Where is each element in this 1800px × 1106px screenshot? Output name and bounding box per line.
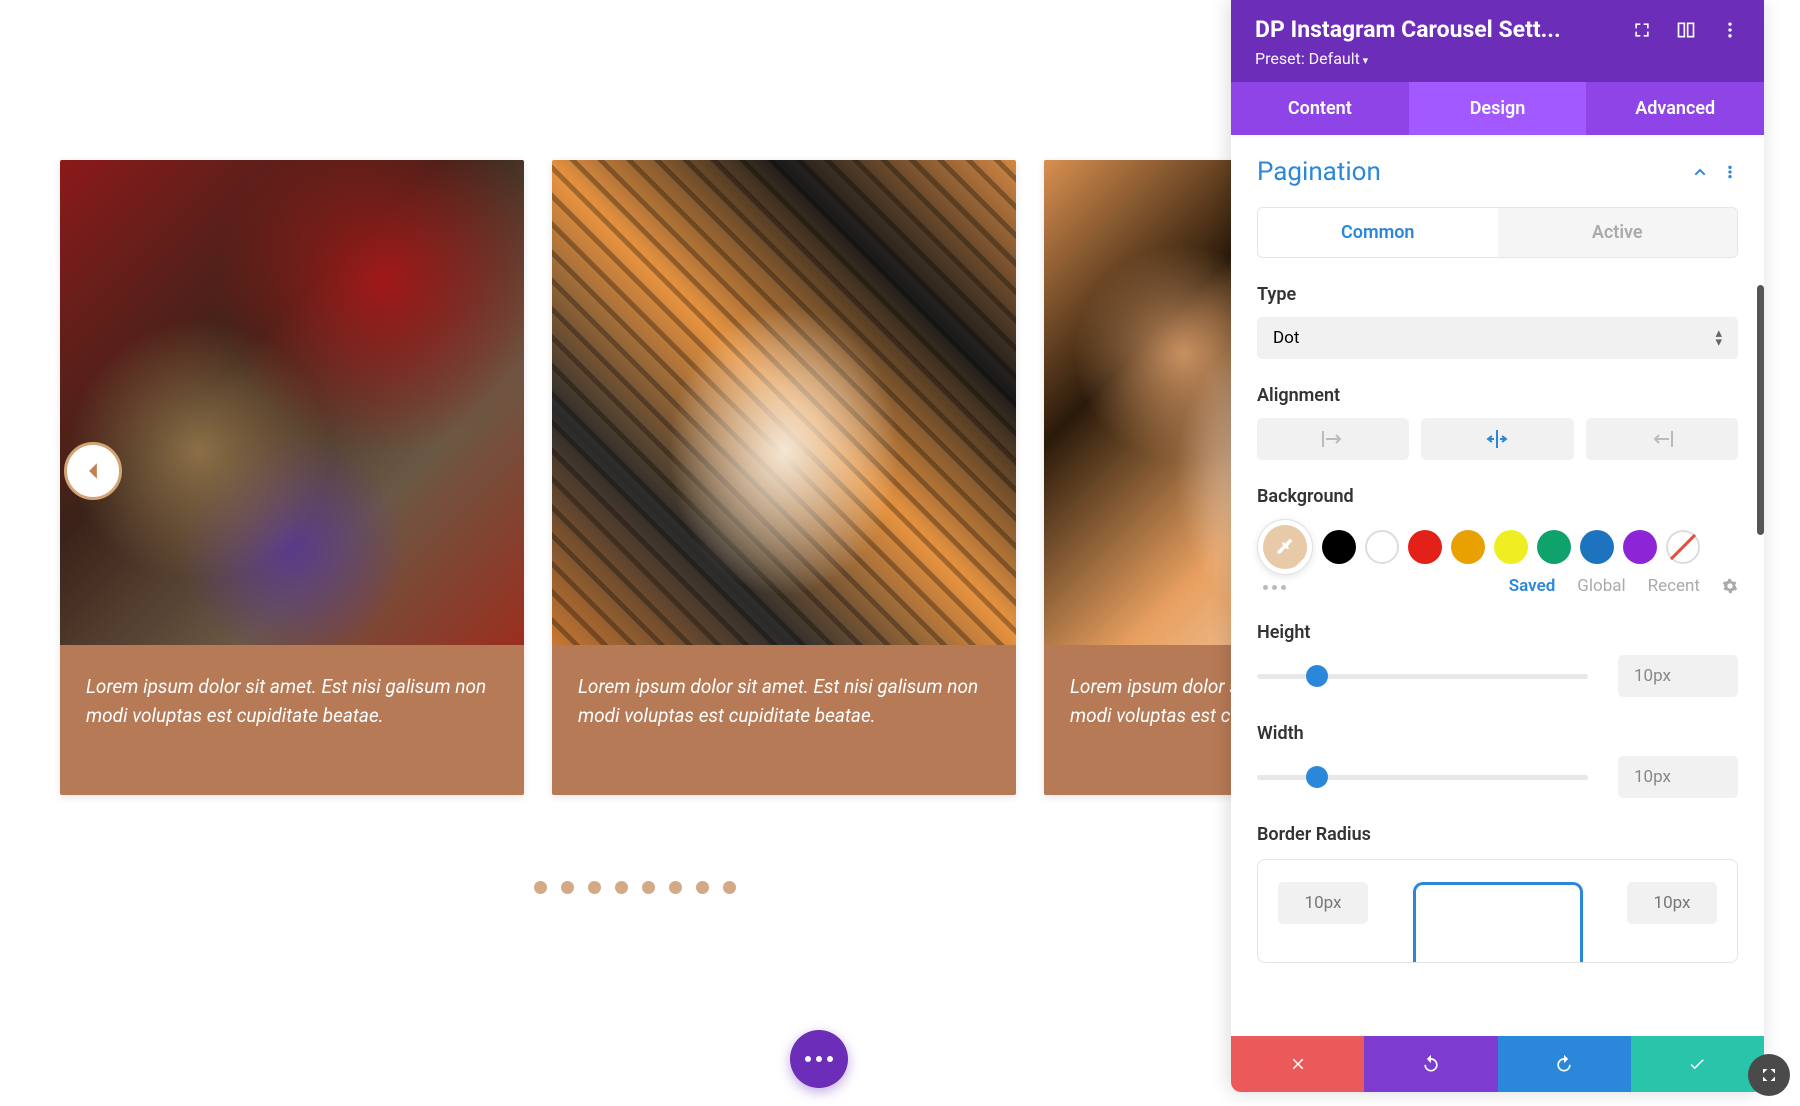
panel-tabs: Content Design Advanced [1231, 82, 1764, 135]
border-radius-tr-input[interactable]: 10px [1627, 882, 1717, 924]
tab-content[interactable]: Content [1231, 82, 1409, 135]
chevron-left-icon [86, 462, 100, 480]
section-title: Pagination [1257, 157, 1381, 187]
color-swatch-orange[interactable] [1451, 530, 1485, 564]
color-swatch-red[interactable] [1408, 530, 1442, 564]
color-swatch-yellow[interactable] [1494, 530, 1528, 564]
background-label: Background [1257, 486, 1738, 507]
subtab-common[interactable]: Common [1258, 208, 1498, 257]
save-button[interactable] [1631, 1036, 1764, 1092]
column-layout-icon[interactable] [1676, 20, 1696, 40]
undo-button[interactable] [1364, 1036, 1497, 1092]
subtab-active[interactable]: Active [1498, 208, 1738, 257]
expand-icon[interactable] [1632, 20, 1652, 40]
pagination-dot[interactable] [642, 881, 655, 894]
undo-icon [1421, 1054, 1441, 1074]
gear-icon[interactable] [1722, 578, 1738, 594]
ellipsis-icon [805, 1056, 833, 1062]
color-swatch-white[interactable] [1365, 530, 1399, 564]
align-left-icon [1322, 431, 1344, 447]
pagination-dot[interactable] [696, 881, 709, 894]
select-arrows-icon: ▴▾ [1715, 329, 1722, 347]
align-right-button[interactable] [1586, 418, 1738, 460]
tab-design[interactable]: Design [1409, 82, 1587, 135]
builder-fab-button[interactable] [790, 1030, 848, 1088]
height-slider[interactable] [1257, 674, 1588, 679]
color-swatch-black[interactable] [1322, 530, 1356, 564]
pagination-dots [60, 881, 1210, 894]
eyedropper-icon [1275, 537, 1295, 557]
width-slider[interactable] [1257, 775, 1588, 780]
section-header[interactable]: Pagination [1257, 157, 1738, 187]
border-radius-label: Border Radius [1257, 824, 1738, 845]
carousel-card[interactable]: Lorem ipsum dolor sit amet. Est nisi gal… [552, 160, 1016, 795]
color-swatch-blue[interactable] [1580, 530, 1614, 564]
settings-panel: DP Instagram Carousel Sett... Preset: De… [1231, 0, 1764, 1092]
palette-global[interactable]: Global [1577, 576, 1625, 596]
type-value: Dot [1273, 328, 1299, 348]
height-label: Height [1257, 622, 1738, 643]
close-icon [1289, 1055, 1307, 1073]
card-caption: Lorem ipsum dolor sit amet. Est nisi gal… [60, 645, 524, 795]
carousel-card[interactable]: Lorem ipsum dolor sit amet. Est nisi gal… [60, 160, 524, 795]
color-swatch-none[interactable] [1666, 530, 1700, 564]
carousel-preview-area: Lorem ipsum dolor sit amet. Est nisi gal… [0, 0, 1270, 1106]
kebab-menu-icon[interactable] [1722, 164, 1738, 180]
slider-thumb[interactable] [1306, 766, 1328, 788]
scrollbar[interactable] [1757, 285, 1764, 535]
border-radius-preview [1413, 882, 1583, 962]
align-center-button[interactable] [1421, 418, 1573, 460]
expand-corner-button[interactable] [1748, 1054, 1790, 1096]
type-label: Type [1257, 284, 1738, 305]
panel-body: Pagination Common Active Type Dot ▴▾ Ali… [1231, 135, 1764, 1036]
align-right-icon [1651, 431, 1673, 447]
alignment-label: Alignment [1257, 385, 1738, 406]
alignment-field: Alignment [1257, 385, 1738, 460]
border-radius-field: Border Radius 10px 10px [1257, 824, 1738, 963]
carousel-prev-button[interactable] [64, 442, 122, 500]
width-value[interactable]: 10px [1618, 756, 1738, 798]
card-image [60, 160, 524, 645]
redo-button[interactable] [1498, 1036, 1631, 1092]
check-icon [1686, 1055, 1708, 1073]
align-left-button[interactable] [1257, 418, 1409, 460]
height-field: Height 10px [1257, 622, 1738, 697]
pagination-dot[interactable] [615, 881, 628, 894]
pagination-dot[interactable] [723, 881, 736, 894]
expand-diagonal-icon [1760, 1066, 1778, 1084]
width-field: Width 10px [1257, 723, 1738, 798]
palette-saved[interactable]: Saved [1509, 576, 1556, 596]
type-field: Type Dot ▴▾ [1257, 284, 1738, 359]
pagination-dot[interactable] [561, 881, 574, 894]
color-swatch-purple[interactable] [1623, 530, 1657, 564]
pagination-subtabs: Common Active [1257, 207, 1738, 258]
chevron-up-icon[interactable] [1692, 164, 1708, 180]
panel-title: DP Instagram Carousel Sett... [1255, 16, 1622, 43]
panel-header: DP Instagram Carousel Sett... Preset: De… [1231, 0, 1764, 82]
kebab-menu-icon[interactable] [1720, 20, 1740, 40]
pagination-dot[interactable] [669, 881, 682, 894]
redo-icon [1554, 1054, 1574, 1074]
height-value[interactable]: 10px [1618, 655, 1738, 697]
slider-thumb[interactable] [1306, 665, 1328, 687]
pagination-dot[interactable] [534, 881, 547, 894]
pagination-dot[interactable] [588, 881, 601, 894]
color-swatch-green[interactable] [1537, 530, 1571, 564]
align-center-icon [1486, 430, 1508, 448]
carousel-cards: Lorem ipsum dolor sit amet. Est nisi gal… [60, 160, 1210, 795]
width-label: Width [1257, 723, 1738, 744]
card-image [552, 160, 1016, 645]
type-select[interactable]: Dot ▴▾ [1257, 317, 1738, 359]
color-picker-button[interactable] [1257, 519, 1313, 575]
cancel-button[interactable] [1231, 1036, 1364, 1092]
palette-recent[interactable]: Recent [1648, 576, 1700, 596]
preset-dropdown[interactable]: Preset: Default [1255, 49, 1740, 68]
border-radius-tl-input[interactable]: 10px [1278, 882, 1368, 924]
tab-advanced[interactable]: Advanced [1586, 82, 1764, 135]
panel-footer [1231, 1036, 1764, 1092]
card-caption: Lorem ipsum dolor sit amet. Est nisi gal… [552, 645, 1016, 795]
background-field: Background Saved Globa [1257, 486, 1738, 596]
